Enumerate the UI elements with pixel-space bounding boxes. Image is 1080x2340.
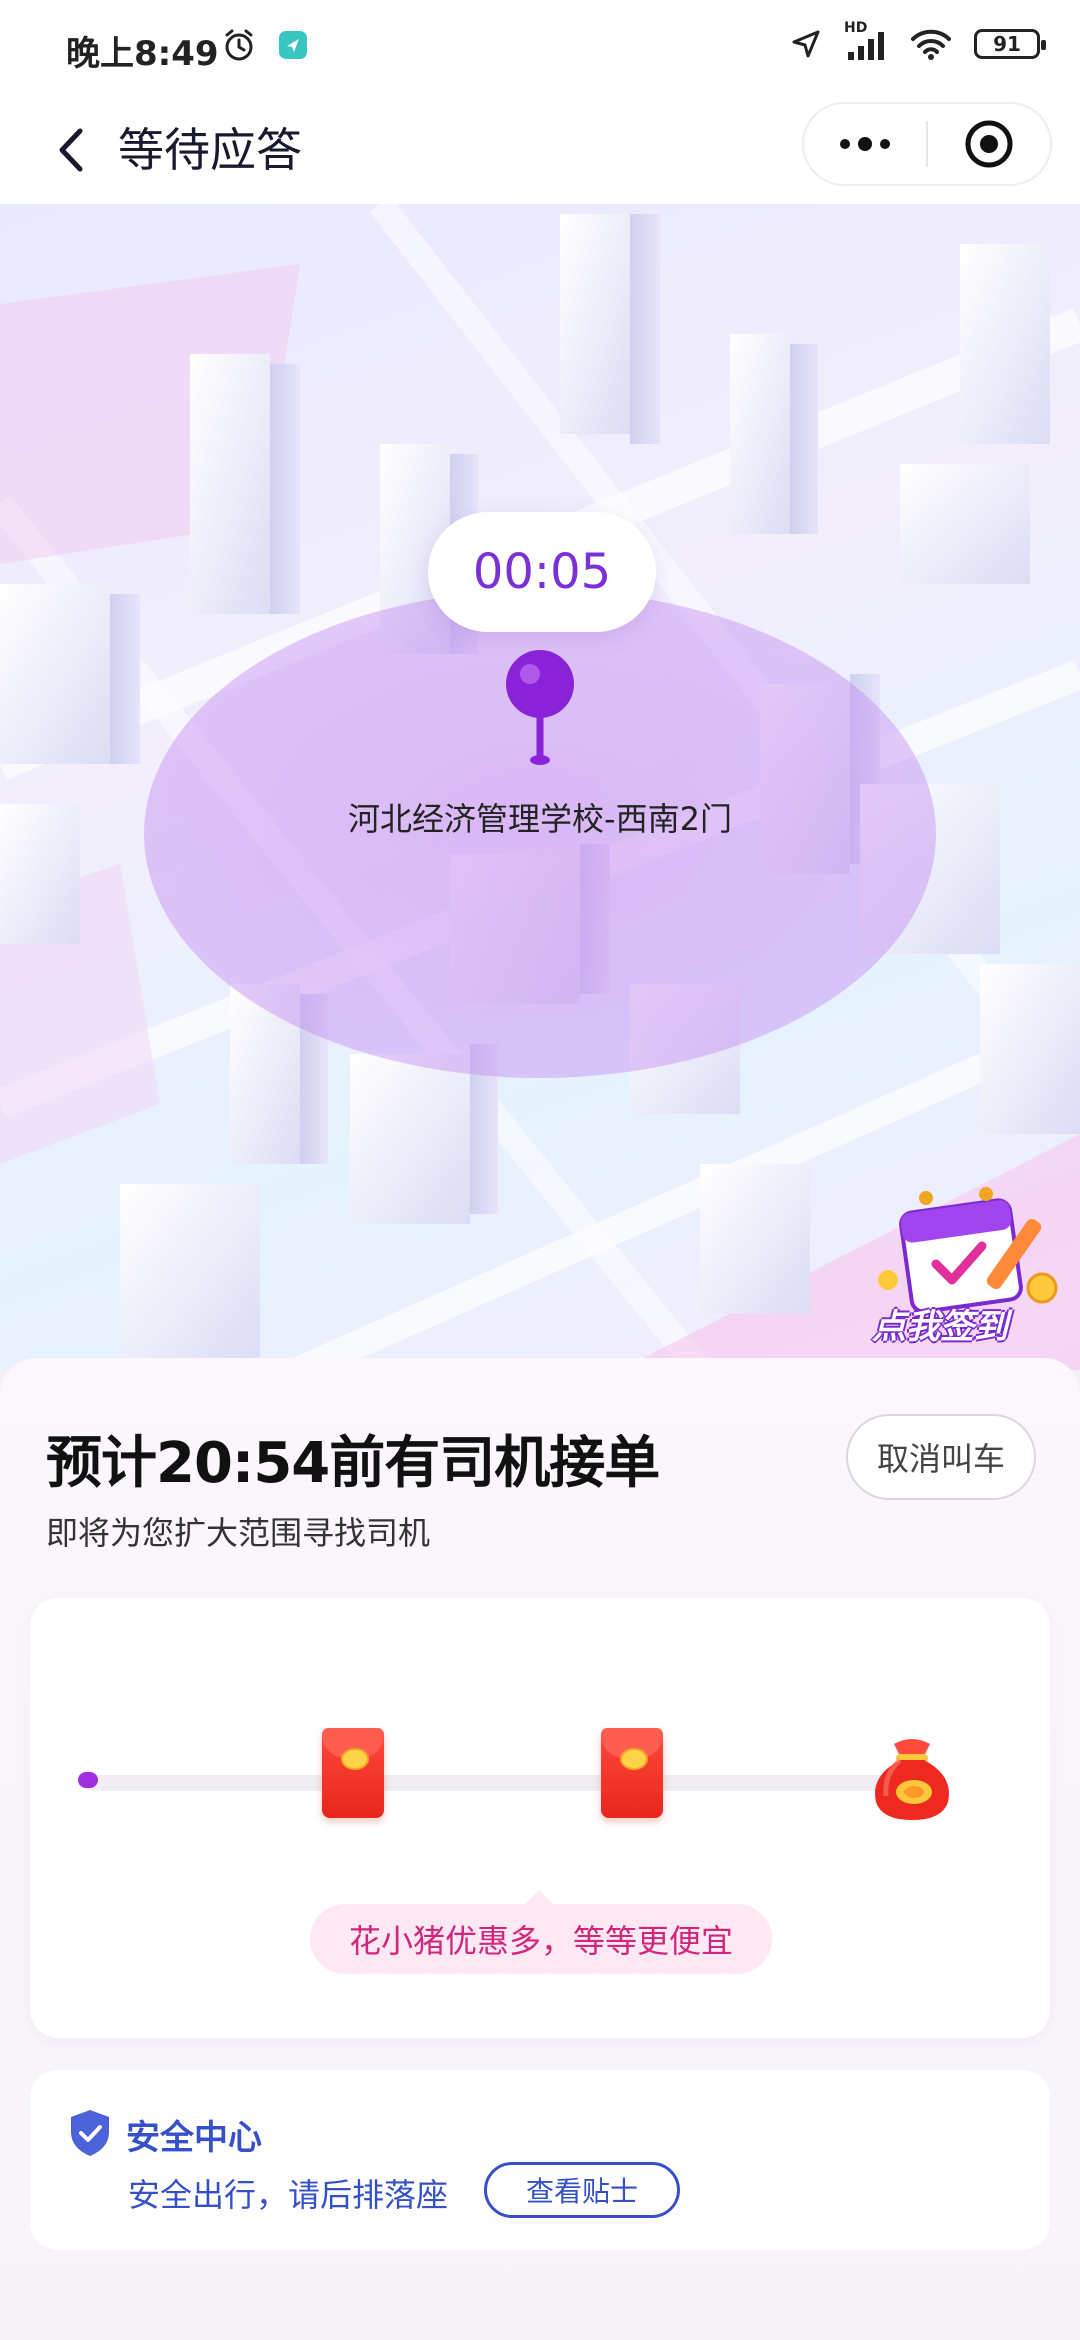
- app-notification-icon: [279, 31, 307, 59]
- status-left-icons: [222, 28, 308, 62]
- reward-progress-card: 花小猪优惠多，等等更便宜: [30, 1598, 1050, 2038]
- checkin-button[interactable]: 点我签到: [866, 1184, 1066, 1354]
- location-arrow-icon: [792, 30, 820, 58]
- safety-center-card[interactable]: 安全中心 安全出行，请后排落座 查看贴士: [30, 2070, 1050, 2250]
- wait-timer-bubble: 00:05: [428, 512, 656, 632]
- reward-progress-track: [86, 1775, 946, 1791]
- discount-hint: 花小猪优惠多，等等更便宜: [310, 1890, 772, 1974]
- pickup-point-label: 河北经济管理学校-西南2门: [348, 800, 732, 838]
- signal-icon: HD: [844, 20, 888, 62]
- view-tips-button[interactable]: 查看贴士: [484, 2162, 680, 2218]
- chevron-left-icon: [59, 128, 83, 172]
- order-sheet: 预计20:54前有司机接单 即将为您扩大范围寻找司机 取消叫车 花小猪优惠多，等…: [0, 1358, 1080, 2340]
- wifi-icon: [911, 29, 951, 60]
- alarm-icon: [225, 29, 253, 61]
- back-button[interactable]: [36, 114, 108, 186]
- red-envelope-icon: [322, 1728, 384, 1818]
- checkin-label: 点我签到: [872, 1307, 1008, 1347]
- lucky-bag-icon: [875, 1739, 949, 1820]
- more-button[interactable]: [804, 104, 926, 184]
- cancel-ride-button[interactable]: 取消叫车: [846, 1414, 1036, 1500]
- miniapp-capsule: [802, 102, 1052, 186]
- target-circle-icon: [965, 120, 1013, 168]
- page-title: 等待应答: [118, 123, 302, 177]
- safety-description: 安全出行，请后排落座: [128, 2176, 449, 2214]
- safety-title: 安全中心: [126, 2118, 262, 2158]
- close-miniapp-button[interactable]: [928, 104, 1050, 184]
- battery-indicator: 91: [974, 29, 1046, 59]
- eta-title: 预计20:54前有司机接单: [46, 1431, 660, 1496]
- reward-progress-indicator: [78, 1772, 98, 1788]
- status-time: 晚上8:49: [66, 34, 219, 74]
- eta-subtitle: 即将为您扩大范围寻找司机: [46, 1514, 431, 1552]
- more-dots-icon: [840, 137, 890, 151]
- map-view[interactable]: 00:05 河北经济管理学校-西南2门 点我签到: [0, 204, 1080, 1370]
- status-right-icons: HD 91: [790, 20, 1046, 62]
- shield-check-icon: [71, 2110, 109, 2156]
- red-envelope-icon: [601, 1728, 663, 1818]
- wait-timer: 00:05: [472, 544, 612, 600]
- nav-bar: 等待应答: [0, 96, 1080, 204]
- status-bar: 晚上8:49 HD 91: [0, 0, 1080, 96]
